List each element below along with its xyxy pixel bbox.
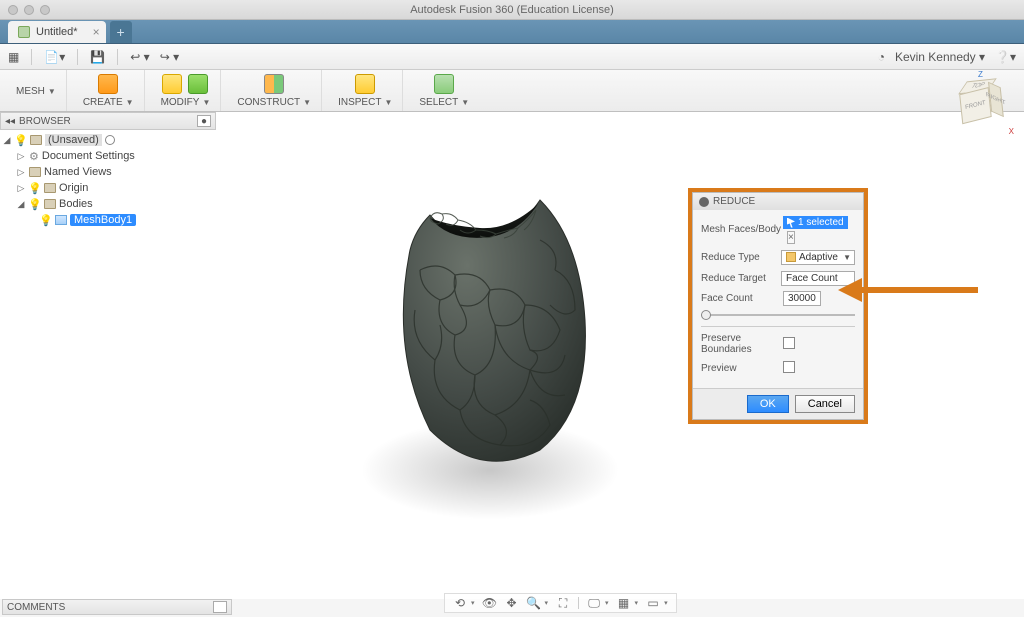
folder-icon — [44, 199, 56, 209]
help-icon[interactable]: ❔▾ — [995, 50, 1016, 64]
activate-radio[interactable] — [105, 135, 115, 145]
data-panel-icon[interactable]: ▦ — [8, 50, 19, 64]
comments-expand-icon[interactable] — [213, 601, 227, 613]
navigation-bar: ⟲▾ 👁 ✥ 🔍▾ ⛶ 🖵▾ ▦▾ ▭▾ — [444, 593, 677, 613]
slider-thumb[interactable] — [701, 310, 711, 320]
facecount-slider[interactable] — [701, 310, 855, 320]
window-title: Autodesk Fusion 360 (Education License) — [0, 4, 1024, 16]
quick-access-toolbar: ▦ 📄▾ 💾 ↩ ▾ ↪ ▾ ◔ Kevin Kennedy ▾ ❔▾ — [0, 44, 1024, 70]
label-preserve: Preserve Boundaries — [701, 333, 783, 355]
lightbulb-icon[interactable]: 💡 — [15, 134, 27, 146]
workspace-switcher[interactable]: MESH▼ — [6, 70, 67, 111]
browser-tree: ◢ 💡 (Unsaved) ▷ ⚙ Document Settings ▷ Na… — [2, 132, 136, 228]
orbit-icon[interactable]: ⟲ — [453, 596, 467, 610]
mac-titlebar: Autodesk Fusion 360 (Education License) — [0, 0, 1024, 20]
tree-root-label[interactable]: (Unsaved) — [45, 134, 102, 146]
selection-chip[interactable]: 1 selected — [783, 216, 848, 229]
meshbody-icon — [55, 215, 67, 225]
preserve-checkbox[interactable] — [783, 337, 795, 349]
redo-icon[interactable]: ↪ ▾ — [160, 50, 179, 64]
tree-toggle[interactable]: ▷ — [16, 167, 26, 178]
undo-icon[interactable]: ↩ ▾ — [130, 50, 149, 64]
zoom-icon[interactable]: 🔍 — [527, 596, 541, 610]
gear-icon — [699, 197, 709, 207]
browser-title: BROWSER — [19, 116, 71, 127]
label-meshfaces: Mesh Faces/Body — [701, 224, 783, 235]
tree-item-origin[interactable]: Origin — [59, 182, 88, 194]
mesh-model[interactable] — [380, 180, 600, 480]
ribbon-toolbar: MESH▼ CREATE▼ MODIFY▼ CONSTRUCT▼ INSPECT… — [0, 70, 1024, 112]
user-menu[interactable]: Kevin Kennedy ▾ — [895, 50, 985, 64]
dialog-title: REDUCE — [713, 196, 755, 207]
gear-icon: ⚙ — [29, 150, 39, 163]
ribbon-group-select[interactable]: SELECT▼ — [409, 70, 479, 111]
tree-toggle[interactable]: ◢ — [2, 135, 12, 146]
folder-icon — [44, 183, 56, 193]
reducetype-dropdown[interactable]: Adaptive▼ — [781, 250, 855, 265]
clear-selection-button[interactable]: × — [787, 231, 795, 244]
lookat-icon[interactable]: 👁 — [483, 596, 497, 610]
new-tab-button[interactable]: + — [110, 21, 132, 43]
facecount-input[interactable]: 30000 — [783, 291, 821, 306]
tree-item-views[interactable]: Named Views — [44, 166, 112, 178]
tree-toggle[interactable]: ▷ — [16, 151, 26, 162]
label-reducetype: Reduce Type — [701, 252, 781, 263]
tree-toggle[interactable]: ◢ — [16, 199, 26, 210]
lightbulb-icon[interactable]: 💡 — [29, 182, 41, 194]
axis-x-label: X — [1009, 127, 1014, 136]
tree-item-settings[interactable]: Document Settings — [42, 150, 135, 162]
job-status-icon[interactable]: ◔ — [878, 50, 885, 64]
dialog-titlebar[interactable]: REDUCE — [693, 193, 863, 210]
save-icon[interactable]: 💾 — [90, 50, 105, 64]
inspect-icon[interactable] — [355, 74, 375, 94]
comments-label: COMMENTS — [7, 602, 65, 613]
file-menu-icon[interactable]: 📄▾ — [44, 50, 65, 64]
ribbon-group-create[interactable]: CREATE▼ — [73, 70, 145, 111]
browser-panel-header[interactable]: ◂◂ BROWSER ● — [0, 112, 216, 130]
pan-icon[interactable]: ✥ — [505, 596, 519, 610]
folder-icon — [30, 135, 42, 145]
fit-icon[interactable]: ⛶ — [556, 596, 570, 610]
create-icon[interactable] — [98, 74, 118, 94]
ribbon-group-modify[interactable]: MODIFY▼ — [151, 70, 222, 111]
adaptive-swatch-icon — [786, 252, 796, 262]
document-tab-active[interactable]: Untitled* × — [8, 21, 106, 43]
document-icon — [18, 26, 30, 38]
ribbon-group-inspect[interactable]: INSPECT▼ — [328, 70, 403, 111]
grid-settings-icon[interactable]: ▦ — [617, 596, 631, 610]
preview-checkbox[interactable] — [783, 361, 795, 373]
close-tab-icon[interactable]: × — [93, 25, 100, 39]
viewcube[interactable]: Z TOP FRONT RIGHT X — [954, 74, 1010, 130]
cursor-icon — [787, 218, 795, 228]
cancel-button[interactable]: Cancel — [795, 395, 855, 413]
tree-item-bodies[interactable]: Bodies — [59, 198, 93, 210]
modify-icon-2[interactable] — [188, 74, 208, 94]
comments-panel-header[interactable]: COMMENTS — [2, 599, 232, 615]
label-facecount: Face Count — [701, 293, 783, 304]
label-preview: Preview — [701, 363, 783, 374]
document-tab-bar: Untitled* × + — [0, 20, 1024, 44]
browser-collapse-icon[interactable]: ● — [197, 115, 211, 127]
modify-icon-1[interactable] — [162, 74, 182, 94]
tree-toggle[interactable]: ▷ — [16, 183, 26, 194]
tab-label: Untitled* — [36, 26, 78, 38]
lightbulb-icon[interactable]: 💡 — [29, 198, 41, 210]
ok-button[interactable]: OK — [747, 395, 789, 413]
axis-z-label: Z — [978, 70, 983, 79]
folder-icon — [29, 167, 41, 177]
display-settings-icon[interactable]: 🖵 — [587, 596, 601, 610]
select-icon[interactable] — [434, 74, 454, 94]
annotation-arrow — [838, 278, 978, 311]
tree-item-meshbody[interactable]: MeshBody1 — [70, 214, 136, 226]
label-reducetarget: Reduce Target — [701, 273, 781, 284]
viewport-icon[interactable]: ▭ — [646, 596, 660, 610]
construct-icon[interactable] — [264, 74, 284, 94]
lightbulb-icon[interactable]: 💡 — [40, 214, 52, 226]
ribbon-group-construct[interactable]: CONSTRUCT▼ — [227, 70, 322, 111]
